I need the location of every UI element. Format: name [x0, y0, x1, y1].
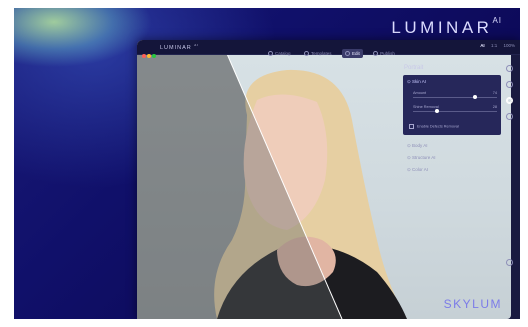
edit-icon — [344, 51, 350, 57]
amount-knob[interactable] — [473, 95, 478, 99]
window-controls[interactable] — [142, 45, 157, 63]
catalog-icon — [268, 51, 273, 57]
essentials-icon[interactable] — [506, 65, 513, 72]
structure-ai-item[interactable]: ⊙ Structure AI — [407, 155, 436, 161]
body-ai-item[interactable]: ⊙ Body AI — [407, 143, 428, 149]
tab-edit[interactable]: Edit — [341, 49, 363, 59]
publish-icon — [373, 51, 379, 57]
tab-templates[interactable]: Templates — [301, 49, 335, 58]
shine-removal-slider[interactable]: Shine Removal 28 — [413, 105, 497, 113]
ai-toggle[interactable]: AI — [480, 43, 485, 48]
color-ai-item[interactable]: ⊙ Color AI — [407, 167, 428, 173]
checkbox-box[interactable] — [409, 124, 414, 129]
ratio-button[interactable]: 1:1 — [491, 43, 497, 48]
luminar-ai-wordmark: LUMINARAI — [391, 16, 502, 37]
shine-removal-knob[interactable] — [434, 109, 439, 113]
defects-removal-checkbox[interactable]: Enable Defects Removal — [409, 124, 459, 129]
shine-removal-track[interactable] — [413, 111, 497, 112]
app-titlebar: LUMINAR AI Catalog Templates Edit Publis… — [137, 40, 520, 59]
creative-icon[interactable] — [506, 81, 513, 88]
mode-tabs: Catalog Templates Edit Publish — [265, 42, 401, 60]
skin-ai-module: ⊙ Skin AI Amount 74 Shine Removal 28 Ena… — [403, 75, 501, 135]
view-controls: AI 1:1 100% — [475, 43, 515, 48]
skylum-logo: SKYLUM — [443, 297, 502, 311]
amount-label: Amount — [413, 91, 427, 95]
promo-banner: LUMINARAI LUMINAR AI Catalog Templates E… — [14, 8, 520, 319]
tab-publish[interactable]: Publish — [370, 49, 398, 58]
portrait-icon[interactable] — [506, 97, 513, 104]
templates-icon — [303, 51, 309, 57]
tab-catalog[interactable]: Catalog — [265, 49, 294, 58]
panel-title: Portrait — [404, 65, 424, 71]
professional-icon[interactable] — [506, 113, 513, 120]
tool-icons — [506, 65, 513, 129]
amount-slider[interactable]: Amount 74 — [413, 91, 497, 99]
shine-removal-value: 28 — [492, 105, 497, 109]
module-header[interactable]: ⊙ Skin AI — [407, 79, 426, 85]
amount-track[interactable] — [413, 97, 497, 98]
edit-panel: Portrait ⊙ Skin AI Amount 74 Shine Remov… — [398, 55, 513, 319]
checkbox-label: Enable Defects Removal — [417, 124, 459, 129]
zoom-level[interactable]: 100% — [503, 43, 515, 48]
amount-value: 74 — [492, 91, 497, 95]
help-icon[interactable] — [506, 259, 513, 266]
app-logo: LUMINAR AI — [160, 43, 200, 51]
